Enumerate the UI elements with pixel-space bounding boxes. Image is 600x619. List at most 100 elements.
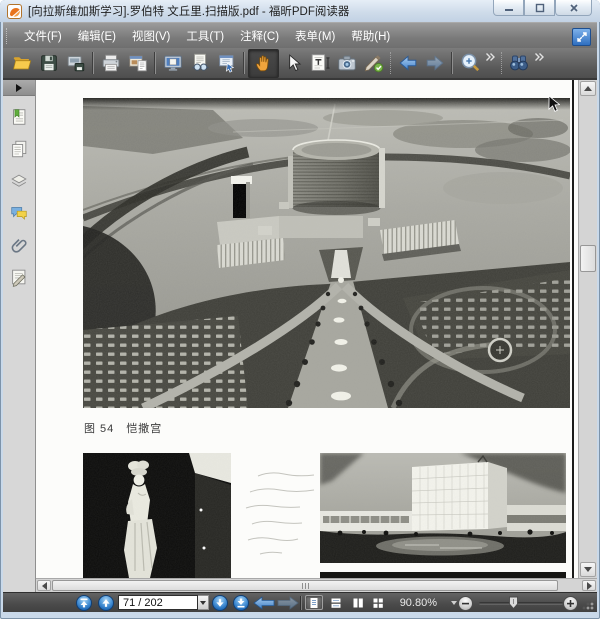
scroll-right-button[interactable] <box>582 580 596 591</box>
expand-arrows-icon <box>576 32 587 42</box>
previous-page-button[interactable] <box>98 595 114 611</box>
vertical-scrollbar[interactable] <box>578 80 597 578</box>
save-as-button[interactable] <box>62 50 89 77</box>
next-page-button[interactable] <box>212 595 228 611</box>
minimize-button[interactable] <box>493 0 524 16</box>
pen-check-icon <box>364 55 383 73</box>
save-button[interactable] <box>35 50 62 77</box>
first-page-button[interactable] <box>76 595 92 611</box>
toolbar-overflow-chevron-icon[interactable] <box>485 52 496 74</box>
previous-view-button[interactable] <box>394 50 421 77</box>
first-page-icon <box>80 598 88 608</box>
horizontal-scrollbar[interactable] <box>36 578 597 592</box>
sidebar-bookmarks-button[interactable] <box>6 105 32 129</box>
facing-icon <box>353 598 363 607</box>
select-text-button[interactable] <box>306 50 333 77</box>
page-dropdown-button[interactable] <box>198 595 209 610</box>
print-preview-icon <box>128 55 147 72</box>
sidebar-comments-button[interactable] <box>6 201 32 225</box>
thumb-grip-icon <box>301 582 309 589</box>
menu-comments[interactable]: 注释(C) <box>232 25 287 47</box>
view-continuous-button[interactable] <box>327 595 345 610</box>
zoom-in-button[interactable] <box>456 50 483 77</box>
view-continuous-facing-button[interactable] <box>369 595 387 610</box>
zoom-in-icon <box>461 53 479 72</box>
vertical-scroll-thumb[interactable] <box>580 245 596 272</box>
find-button[interactable] <box>505 50 532 77</box>
sidebar-pages-button[interactable] <box>6 137 32 161</box>
continuous-facing-icon <box>373 598 383 608</box>
menu-tools[interactable]: 工具(T) <box>178 25 232 47</box>
view-facing-button[interactable] <box>349 595 367 610</box>
view-single-page-button[interactable] <box>305 595 323 610</box>
open-button[interactable] <box>8 50 35 77</box>
layers-icon <box>11 174 27 187</box>
menu-view[interactable]: 视图(V) <box>124 25 178 47</box>
zoom-in-button[interactable] <box>563 596 578 611</box>
camera-icon <box>337 55 356 71</box>
zoom-caret-icon[interactable] <box>451 601 457 605</box>
menu-help[interactable]: 帮助(H) <box>343 25 398 47</box>
print-button[interactable] <box>97 50 124 77</box>
window-title: [向拉斯维加斯学习].罗伯特 文丘里.扫描版.pdf - 福昕PDF阅读器 <box>28 6 350 18</box>
app-window: [向拉斯维加斯学习].罗伯特 文丘里.扫描版.pdf - 福昕PDF阅读器 文件… <box>0 0 600 619</box>
reflow-button[interactable] <box>213 50 240 77</box>
restore-button[interactable] <box>524 0 555 16</box>
page-number-input[interactable] <box>118 595 198 610</box>
next-view-button[interactable] <box>277 596 299 610</box>
page-up-icon <box>102 599 110 607</box>
zoom-slider-track[interactable] <box>479 596 563 610</box>
floppy-save-icon <box>40 55 57 71</box>
horizontal-scroll-thumb[interactable] <box>52 580 558 591</box>
fit-screen-button[interactable] <box>159 50 186 77</box>
window-arrow-icon <box>218 55 234 73</box>
close-button[interactable] <box>555 0 592 16</box>
arrow-down-icon <box>584 567 592 572</box>
page-scan-edge <box>572 80 574 592</box>
menu-edit[interactable]: 编辑(E) <box>70 25 124 47</box>
sidebar-signature-button[interactable] <box>6 265 32 289</box>
foxit-app-icon <box>7 3 22 19</box>
menu-forms[interactable]: 表单(M) <box>287 25 343 47</box>
select-tool-button[interactable] <box>279 50 306 77</box>
hand-tool-button[interactable] <box>248 48 279 78</box>
sidebar-layers-button[interactable] <box>6 169 32 193</box>
forward-arrow-icon <box>277 596 299 610</box>
toolbar-overflow-chevron-icon[interactable] <box>534 52 545 74</box>
zoom-level[interactable]: 90.80% <box>391 597 437 609</box>
pdf-page[interactable]: 图 54 恺撒宫 <box>36 80 578 592</box>
window-resize-grip[interactable] <box>581 597 594 610</box>
sidebar-expand-button[interactable] <box>3 80 35 96</box>
bookmarks-icon <box>13 109 26 125</box>
signature-icon <box>12 269 26 287</box>
sidebar-attachments-button[interactable] <box>6 233 32 257</box>
next-view-button[interactable] <box>421 50 448 77</box>
snapshot-button[interactable] <box>333 50 360 77</box>
hotel-pool-photo <box>320 453 566 563</box>
read-mode-button[interactable] <box>186 50 213 77</box>
back-arrow-icon <box>398 55 416 71</box>
previous-view-button[interactable] <box>253 596 275 610</box>
scroll-left-button[interactable] <box>37 580 51 591</box>
menu-grip <box>6 27 12 44</box>
printer-icon <box>102 54 119 72</box>
pages-icon <box>12 140 27 158</box>
menu-bar: 文件(F) 编辑(E) 视图(V) 工具(T) 注释(C) 表单(M) 帮助(H… <box>3 22 597 48</box>
navigation-sidebar <box>3 80 36 592</box>
zoom-slider-thumb[interactable] <box>509 596 518 610</box>
expand-triangle-icon <box>16 83 22 92</box>
last-page-button[interactable] <box>233 595 249 611</box>
dropdown-caret-icon <box>200 600 206 605</box>
menu-file[interactable]: 文件(F) <box>16 25 70 47</box>
arrow-up-icon <box>584 86 592 91</box>
binoculars-icon <box>509 55 528 71</box>
zoom-out-button[interactable] <box>458 596 473 611</box>
sign-button[interactable] <box>360 50 387 77</box>
print-preview-button[interactable] <box>124 50 151 77</box>
toolbar-separator <box>451 52 453 74</box>
toolbar-expand-button[interactable] <box>572 28 591 46</box>
select-arrow-icon <box>288 54 301 72</box>
toolbar-separator <box>243 52 245 74</box>
scroll-down-button[interactable] <box>580 562 596 577</box>
scroll-up-button[interactable] <box>580 81 596 96</box>
